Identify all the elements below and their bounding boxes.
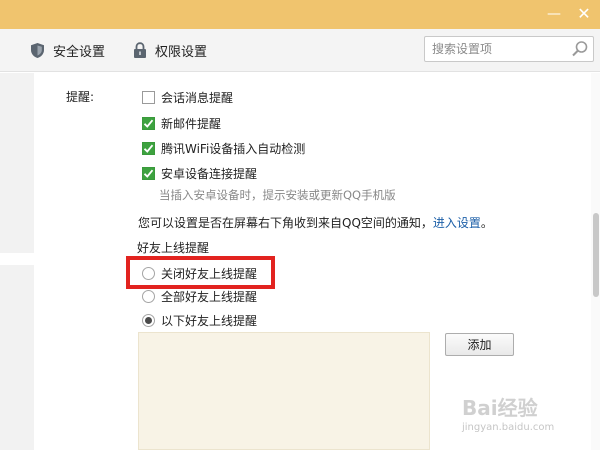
- scrollbar-thumb[interactable]: [593, 213, 599, 297]
- checkmark-icon: [143, 144, 154, 153]
- left-strip-divider: [0, 253, 34, 265]
- search-box[interactable]: [424, 36, 594, 62]
- shield-icon: [31, 42, 44, 58]
- qzone-notice: 您可以设置是否在屏幕右下角收到来自QQ空间的通知，进入设置。: [138, 214, 493, 231]
- checkbox-new-mail-reminder[interactable]: 新邮件提醒: [142, 114, 221, 132]
- radio-button[interactable]: [142, 289, 155, 303]
- close-button[interactable]: ✕: [574, 4, 594, 24]
- reminder-section-label: 提醒:: [66, 90, 95, 104]
- checkbox-label: 腾讯WiFi设备插入自动检测: [161, 141, 306, 156]
- checkbox-box[interactable]: [142, 166, 155, 180]
- radio-selected-dot: [145, 316, 152, 324]
- nav-permission-label: 权限设置: [155, 44, 208, 60]
- checkbox-box[interactable]: [142, 141, 155, 155]
- title-bar: — ✕: [0, 0, 600, 29]
- settings-nav-bar: 安全设置 权限设置: [0, 29, 600, 72]
- radio-button[interactable]: [142, 313, 155, 327]
- radio-label: 以下好友上线提醒: [161, 313, 258, 328]
- add-friend-button[interactable]: 添加: [445, 333, 514, 356]
- checkbox-box[interactable]: [142, 116, 155, 130]
- search-icon[interactable]: [571, 40, 589, 58]
- checkmark-icon: [143, 119, 154, 128]
- checkbox-label: 会话消息提醒: [161, 90, 234, 105]
- baidu-watermark-logo: Bai经验: [462, 396, 538, 420]
- checkmark-icon: [143, 169, 154, 178]
- nav-permission-settings[interactable]: 权限设置: [133, 40, 207, 60]
- qzone-notice-text: 您可以设置是否在屏幕右下角收到来自QQ空间的通知，: [138, 216, 433, 230]
- radio-selected-friends-online[interactable]: 以下好友上线提醒: [142, 311, 257, 329]
- friend-online-title: 好友上线提醒: [137, 241, 210, 255]
- enter-settings-link[interactable]: 进入设置: [433, 216, 481, 230]
- friend-list-box[interactable]: [138, 332, 430, 450]
- checkbox-wifi-device-detection[interactable]: 腾讯WiFi设备插入自动检测: [142, 139, 305, 157]
- qzone-notice-suffix: 。: [480, 216, 493, 230]
- android-hint-text: 当插入安卓设备时，提示安装或更新QQ手机版: [159, 188, 396, 202]
- highlight-annotation-box: [126, 256, 275, 289]
- search-input[interactable]: [425, 37, 565, 61]
- checkbox-label: 安卓设备连接提醒: [161, 166, 258, 181]
- watermark-url: jingyan.baidu.com: [462, 422, 555, 433]
- minimize-button[interactable]: —: [544, 4, 564, 24]
- nav-security-label: 安全设置: [53, 44, 106, 60]
- nav-security-settings[interactable]: 安全设置: [30, 40, 105, 60]
- checkbox-android-connect-reminder[interactable]: 安卓设备连接提醒: [142, 164, 257, 182]
- radio-all-friends-online[interactable]: 全部好友上线提醒: [142, 287, 257, 305]
- radio-label: 全部好友上线提醒: [161, 289, 258, 304]
- checkbox-box[interactable]: [142, 90, 155, 104]
- lock-icon: [134, 41, 146, 58]
- checkbox-chat-message-reminder[interactable]: 会话消息提醒: [142, 88, 233, 106]
- checkbox-label: 新邮件提醒: [161, 116, 222, 131]
